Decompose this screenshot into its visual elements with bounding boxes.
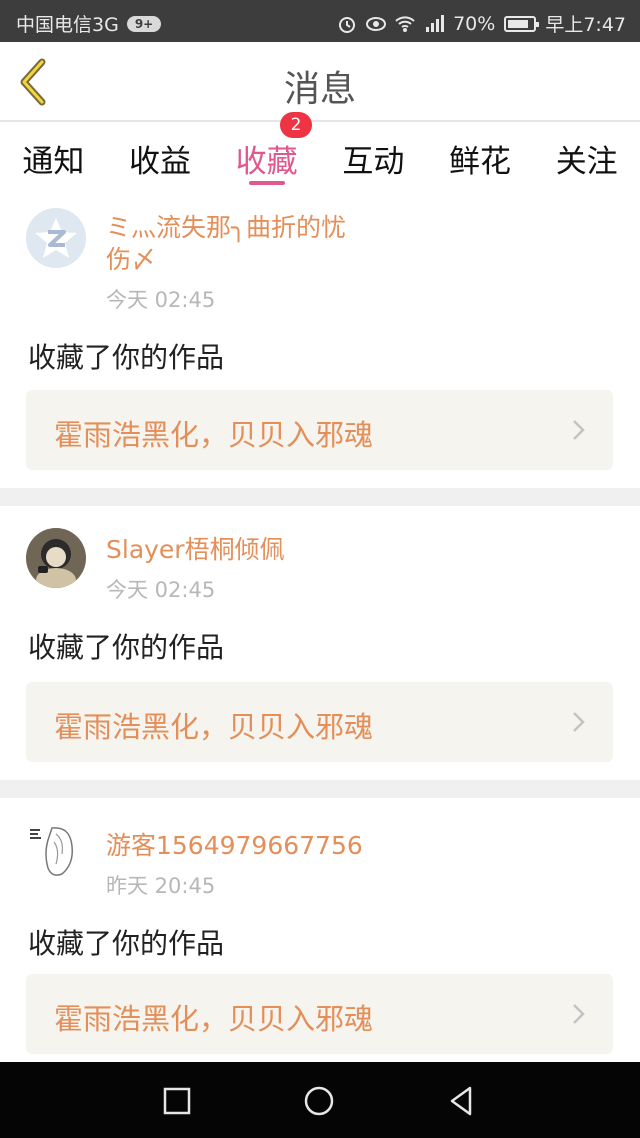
battery-icon <box>504 15 540 32</box>
home-icon[interactable] <box>302 1084 336 1118</box>
list-item: ミ灬流失那╮曲折的忧 伤〆 今天 02:45 收藏了你的作品 霍雨浩黑化，贝贝入… <box>0 192 640 488</box>
action-text: 收藏了你的作品 <box>28 341 225 374</box>
avatar[interactable] <box>26 820 86 880</box>
username[interactable]: 游客1564979667756 <box>106 830 363 862</box>
chevron-right-icon <box>573 712 585 732</box>
divider <box>0 488 640 506</box>
action-text: 收藏了你的作品 <box>28 927 225 960</box>
username-line: ミ灬流失那╮曲折的忧 <box>106 213 347 242</box>
status-bar: 中国电信3G 9+ 70% 早上7:47 <box>0 0 640 42</box>
tab-label: 互动 <box>342 144 405 180</box>
timestamp: 昨天 20:45 <box>106 874 216 898</box>
avatar[interactable] <box>26 208 86 268</box>
clock: 早上7:47 <box>545 14 626 36</box>
timestamp: 今天 02:45 <box>106 578 216 602</box>
alarm-icon <box>339 16 356 33</box>
tab-flowers[interactable]: 鲜花 <box>427 122 534 192</box>
page-title: 消息 <box>283 69 356 110</box>
username[interactable]: ミ灬流失那╮曲折的忧 伤〆 <box>106 212 346 276</box>
default-avatar-icon <box>26 208 86 268</box>
username[interactable]: Slayer梧桐倾佩 <box>106 534 285 566</box>
work-title: 霍雨浩黑化，贝贝入邪魂 <box>54 710 374 744</box>
work-title: 霍雨浩黑化，贝贝入邪魂 <box>54 1002 374 1036</box>
tab-unread-badge: 2 <box>280 112 313 138</box>
tab-interactions[interactable]: 互动 <box>320 122 427 192</box>
divider <box>0 780 640 798</box>
tab-label: 通知 <box>22 144 85 180</box>
user-photo-icon <box>26 528 86 588</box>
eye-icon <box>366 16 387 31</box>
work-title: 霍雨浩黑化，贝贝入邪魂 <box>54 418 374 452</box>
tab-follows[interactable]: 关注 <box>533 122 640 192</box>
tab-label: 收益 <box>129 144 191 180</box>
recent-apps-icon[interactable] <box>160 1084 194 1118</box>
active-tab-indicator <box>248 181 285 185</box>
tab-label: 鲜花 <box>449 144 512 180</box>
avatar[interactable] <box>26 528 86 588</box>
work-link[interactable]: 霍雨浩黑化，贝贝入邪魂 <box>26 682 613 762</box>
action-text: 收藏了你的作品 <box>28 631 225 664</box>
message-list: ミ灬流失那╮曲折的忧 伤〆 今天 02:45 收藏了你的作品 霍雨浩黑化，贝贝入… <box>0 192 640 1088</box>
app-header: 消息 <box>0 42 640 122</box>
wifi-icon <box>395 15 415 32</box>
back-triangle-icon[interactable] <box>444 1084 478 1118</box>
tab-bar: 通知 收益 收藏 2 互动 鲜花 关注 <box>0 112 640 192</box>
tab-favorites[interactable]: 收藏 2 <box>213 112 320 192</box>
tab-earnings[interactable]: 收益 <box>107 122 214 192</box>
timestamp: 今天 02:45 <box>106 288 216 312</box>
list-item: 游客1564979667756 昨天 20:45 收藏了你的作品 霍雨浩黑化，贝… <box>0 798 640 1088</box>
carrier-label: 中国电信3G <box>16 14 119 36</box>
tab-label: 收藏 <box>235 144 298 180</box>
chevron-right-icon <box>573 420 585 440</box>
tab-notifications[interactable]: 通知 <box>0 122 107 192</box>
battery-percent: 70% <box>453 12 496 35</box>
username-line: 伤〆 <box>106 245 157 274</box>
work-link[interactable]: 霍雨浩黑化，贝贝入邪魂 <box>26 974 613 1054</box>
work-link[interactable]: 霍雨浩黑化，贝贝入邪魂 <box>26 390 613 470</box>
user-photo-icon <box>26 820 86 880</box>
notification-count-badge: 9+ <box>126 15 162 32</box>
list-item: Slayer梧桐倾佩 今天 02:45 收藏了你的作品 霍雨浩黑化，贝贝入邪魂 <box>0 506 640 780</box>
tab-label: 关注 <box>555 144 618 180</box>
system-nav-bar <box>0 1062 640 1138</box>
signal-icon <box>426 14 445 32</box>
chevron-right-icon <box>573 1004 585 1024</box>
